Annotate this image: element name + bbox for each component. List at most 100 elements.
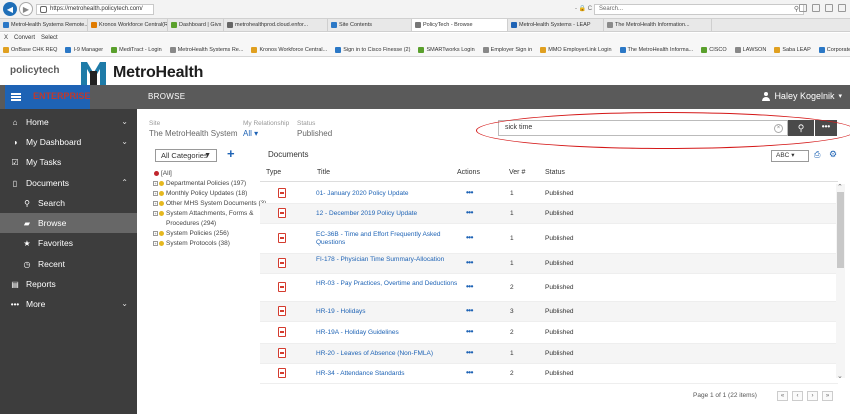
scroll-up-icon[interactable]: ⌃ [837, 183, 843, 191]
table-row[interactable]: 12 - December 2019 Policy Update ••• 1 Publ… [260, 204, 838, 224]
browser-tab[interactable]: Dashboard | Givx [168, 19, 224, 31]
category-select[interactable]: All Categories ▼ [155, 149, 217, 162]
category-tree-node[interactable]: + System Protocols (38) [153, 239, 267, 249]
expand-toggle-icon[interactable]: + [153, 181, 158, 186]
category-tree-node[interactable]: + Other MHS System Documents (3) [153, 199, 267, 209]
relationship-filter-value[interactable]: All ▾ [243, 129, 258, 138]
sidebar-item-home[interactable]: ⌂ Home ⌄ [0, 112, 137, 132]
browser-tab[interactable]: PolicyTech - Browse [412, 19, 508, 31]
site-filter-value[interactable]: The MetroHealth System [149, 129, 237, 138]
favorite-link[interactable]: MMO EmployerLink Login [540, 44, 612, 56]
favorite-link[interactable]: Kronos Workforce Central... [251, 44, 327, 56]
sidebar-item-reports[interactable]: ▤ Reports [0, 274, 137, 294]
document-title-link[interactable]: EC-36B - Time and Effort Frequently Aske… [316, 231, 466, 247]
pagination-button[interactable]: › [807, 391, 818, 401]
sidebar-item-favorites[interactable]: ★ Favorites [0, 233, 137, 253]
scrollbar-thumb[interactable] [837, 192, 844, 268]
row-actions-button[interactable]: ••• [466, 233, 473, 242]
sidebar-item-search[interactable]: ⚲ Search [0, 193, 137, 213]
search-button[interactable]: ⚲ [788, 120, 814, 136]
category-tree-node[interactable]: + System Policies (256) [153, 229, 267, 239]
browser-tab[interactable]: Kronos Workforce Central(R) [88, 19, 168, 31]
command-bar-item[interactable]: Convert [14, 33, 35, 44]
sidebar-item-more[interactable]: ••• More ⌄ [0, 294, 137, 314]
column-header-ver[interactable]: Ver # [509, 169, 525, 176]
document-search-input[interactable]: sick time × [498, 120, 788, 136]
expand-toggle-icon[interactable]: + [153, 201, 158, 206]
document-title-link[interactable]: HR-03 - Pay Practices, Overtime and Dedu… [316, 280, 466, 288]
expand-toggle-icon[interactable]: + [153, 241, 158, 246]
category-tree-node[interactable]: + System Attachments, Forms & Procedures … [153, 209, 267, 229]
browser-tab[interactable]: Site Contents [328, 19, 412, 31]
favorite-link[interactable]: LAWSON [734, 44, 766, 56]
command-bar-item[interactable]: Select [41, 33, 58, 44]
print-icon[interactable]: ⎙ [814, 150, 820, 160]
document-title-link[interactable]: HR-20 - Leaves of Absence (Non-FMLA) [316, 350, 466, 358]
table-row[interactable]: HR-19A - Holiday Guidelines ••• 2 Published [260, 322, 838, 344]
table-scrollbar[interactable]: ⌃ ⌄ [836, 183, 845, 380]
browser-tab[interactable]: The MetroHealth Information... [604, 19, 712, 31]
table-row[interactable]: HR-19 - Holidays ••• 3 Published [260, 302, 838, 322]
browser-search-input[interactable]: Search... ⚲ [594, 4, 804, 15]
document-title-link[interactable]: HR-34 - Attendance Standards [316, 370, 466, 378]
policytech-logo[interactable]: policytech [10, 65, 59, 76]
category-tree-node[interactable]: + Departmental Policies (197) [153, 179, 267, 189]
table-row[interactable]: HR-03 - Pay Practices, Overtime and Dedu… [260, 274, 838, 302]
table-row[interactable]: FI-178 - Physician Time Summary-Allocati… [260, 254, 838, 274]
browser-tab[interactable]: MetroHealth Systems Remote... [0, 19, 88, 31]
table-row[interactable]: EC-36B - Time and Effort Frequently Aske… [260, 224, 838, 254]
sidebar-item-documents[interactable]: ▯ Documents ⌃ [0, 173, 137, 193]
row-actions-button[interactable]: ••• [466, 368, 473, 377]
gear-icon[interactable] [825, 4, 833, 12]
sidebar-item-my-dashboard[interactable]: ◑ My Dashboard ⌄ [0, 132, 137, 152]
favorite-link[interactable]: MediTract - Login [111, 44, 162, 56]
favorite-link[interactable]: SMARTworks Login [418, 44, 475, 56]
document-title-link[interactable]: HR-19A - Holiday Guidelines [316, 329, 466, 337]
browser-tab[interactable]: MetroHealth Systems - LEAP [508, 19, 604, 31]
browser-tab[interactable]: metrohealthprod.cloud.enfor... [224, 19, 328, 31]
clear-search-icon[interactable]: × [774, 124, 783, 133]
smiley-icon[interactable] [838, 4, 846, 12]
document-title-link[interactable]: 01- January 2020 Policy Update [316, 190, 466, 198]
table-row[interactable]: HR-34 - Attendance Standards ••• 2 Publishe… [260, 364, 838, 384]
expand-toggle-icon[interactable]: + [153, 231, 158, 236]
menu-toggle-button[interactable]: ENTERPRISE [5, 85, 91, 109]
status-filter-value[interactable]: Published [297, 129, 332, 138]
row-actions-button[interactable]: ••• [466, 306, 473, 315]
document-title-link[interactable]: FI-178 - Physician Time Summary-Allocati… [316, 256, 466, 264]
url-controls[interactable]: - 🔒 C [575, 5, 592, 12]
favorite-link[interactable]: Sign in to Cisco Finesse (2) [335, 44, 410, 56]
add-category-button[interactable]: + [227, 146, 235, 161]
column-header-actions[interactable]: Actions [457, 169, 480, 176]
row-actions-button[interactable]: ••• [466, 348, 473, 357]
category-tree-node[interactable]: + Monthly Policy Updates (18) [153, 189, 267, 199]
back-button[interactable]: ◀ [3, 2, 17, 16]
pagination-button[interactable]: « [777, 391, 788, 401]
row-actions-button[interactable]: ••• [466, 282, 473, 291]
favorite-link[interactable]: MetroHealth Systems Re... [169, 44, 243, 56]
pagination-button[interactable]: ‹ [792, 391, 803, 401]
row-actions-button[interactable]: ••• [466, 188, 473, 197]
expand-toggle-icon[interactable]: + [153, 211, 158, 216]
row-actions-button[interactable]: ••• [466, 258, 473, 267]
sidebar-item-my-tasks[interactable]: ☑ My Tasks [0, 152, 137, 172]
category-tree-node[interactable]: [All] [153, 169, 267, 179]
favorite-link[interactable]: CISCO [701, 44, 727, 56]
star-icon[interactable] [812, 4, 820, 12]
expand-toggle-icon[interactable]: + [153, 191, 158, 196]
document-title-link[interactable]: HR-19 - Holidays [316, 308, 466, 316]
more-options-button[interactable]: ••• [815, 120, 837, 136]
favorite-link[interactable]: OnBase CHK REQ [3, 44, 57, 56]
favorite-link[interactable]: Corporate Screening: Bac... [818, 44, 850, 56]
column-header-status[interactable]: Status [545, 169, 565, 176]
url-field[interactable]: https://metrohealth.policytech.com/ [36, 4, 154, 15]
sidebar-item-recent[interactable]: ◷ Recent [0, 254, 137, 274]
favorite-link[interactable]: Saba LEAP [774, 44, 811, 56]
column-header-title[interactable]: Title [317, 169, 330, 176]
table-row[interactable]: HR-20 - Leaves of Absence (Non-FMLA) ••• 1… [260, 344, 838, 364]
favorite-link[interactable]: Employer Sign in [482, 44, 532, 56]
pagination-button[interactable]: » [822, 391, 833, 401]
sidebar-item-browse[interactable]: ▰ Browse [0, 213, 137, 233]
user-menu[interactable]: Haley Kogelnik ▾ [762, 91, 842, 101]
document-title-link[interactable]: 12 - December 2019 Policy Update [316, 210, 466, 218]
